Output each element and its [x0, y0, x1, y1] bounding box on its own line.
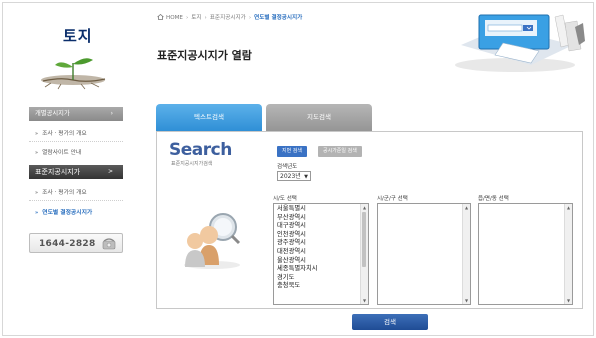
year-value: 2023년	[280, 173, 301, 180]
menu-label: 개별공시지가	[35, 110, 70, 117]
page-title: 표준지공시지가 열람	[157, 49, 252, 62]
list-item[interactable]: 울산광역시	[277, 257, 318, 266]
address-search-button[interactable]: 지번 검색	[277, 146, 307, 157]
tab-map-search[interactable]: 지도검색	[266, 104, 372, 131]
search-subtitle: 표준지공시지가검색	[171, 161, 213, 167]
bullet-icon: »	[35, 190, 39, 196]
brand-title: 토지	[63, 27, 93, 45]
scroll-up-icon[interactable]: ▲	[361, 204, 368, 211]
submenu-item-overview-2[interactable]: » 조사 · 평가의 개요	[35, 187, 87, 196]
list-item[interactable]: 세종특별자치시	[277, 265, 318, 274]
breadcrumb-current: 연도별 결정공시지가	[254, 15, 303, 21]
page-frame: 토지 개별공시지가 › » 조사 · 평가의 개요 » 열람사이트 안내 표준지공시…	[2, 2, 594, 336]
menu-standard-land-price[interactable]: 표준지공시지가 >	[29, 165, 123, 179]
sido-listbox[interactable]: 서울특별시 부산광역시 대구광역시 인천광역시 광주광역시 대전광역시 울산광역…	[273, 203, 369, 305]
phone-number: 1644-2828	[39, 239, 96, 249]
breadcrumb-home[interactable]: HOME	[166, 15, 183, 21]
chevron-right-icon: >	[107, 168, 113, 175]
year-label: 검색년도	[277, 164, 298, 170]
year-select[interactable]: 2023년 ▼	[277, 171, 311, 181]
date-search-button[interactable]: 공시가준일 검색	[318, 146, 362, 157]
breadcrumb-item[interactable]: 표준지공시지가	[210, 15, 246, 21]
sigungu-listbox[interactable]: ▲ ▼	[377, 203, 471, 305]
list-item[interactable]: 서울특별시	[277, 205, 318, 214]
telephone-icon	[102, 238, 116, 250]
menu-individual-land-price[interactable]: 개별공시지가 ›	[29, 107, 123, 121]
submenu-item-site-guide[interactable]: » 열람사이트 안내	[35, 147, 81, 156]
chevron-right-icon: ›	[185, 15, 189, 21]
submenu-item-yearly-price[interactable]: » 연도별 결정공시지가	[35, 207, 92, 216]
breadcrumb: HOME › 토지 › 표준지공시지가 › 연도별 결정공시지가	[157, 13, 302, 21]
submenu-label: 조사 · 평가의 개요	[42, 131, 87, 137]
sido-label: 시/도 선택	[273, 196, 297, 202]
scrollbar[interactable]: ▲ ▼	[360, 204, 368, 304]
list-item[interactable]: 대구광역시	[277, 222, 318, 231]
sigungu-label: 시/군/구 선택	[377, 196, 408, 202]
list-item[interactable]: 부산광역시	[277, 214, 318, 223]
sido-options: 서울특별시 부산광역시 대구광역시 인천광역시 광주광역시 대전광역시 울산광역…	[277, 205, 318, 291]
scroll-down-icon[interactable]: ▼	[463, 297, 470, 304]
chevron-right-icon: ›	[248, 15, 252, 21]
people-magnifier-icon	[184, 213, 241, 269]
scroll-thumb[interactable]	[362, 212, 366, 267]
list-item[interactable]: 충청북도	[277, 282, 318, 291]
bullet-icon: »	[35, 210, 39, 216]
bullet-icon: »	[35, 131, 39, 137]
eupmyeondong-label: 읍/면/동 선택	[478, 196, 509, 202]
divider	[29, 141, 123, 142]
home-icon	[157, 14, 164, 20]
computer-search-illustration-icon	[455, 14, 585, 72]
phone-box: 1644-2828	[29, 233, 123, 253]
scrollbar[interactable]: ▲ ▼	[462, 204, 470, 304]
chevron-right-icon: ›	[204, 15, 207, 21]
scroll-up-icon[interactable]: ▲	[565, 204, 572, 211]
sprout-logo-icon	[41, 58, 106, 90]
submenu-label: 연도별 결정공시지가	[42, 210, 93, 216]
submenu-label: 열람사이트 안내	[42, 150, 82, 156]
submenu-label: 조사 · 평가의 개요	[42, 190, 87, 196]
list-item[interactable]: 광주광역시	[277, 239, 318, 248]
divider	[29, 200, 123, 201]
eupmyeondong-listbox[interactable]: ▲ ▼	[478, 203, 573, 305]
submenu-item-overview-1[interactable]: » 조사 · 평가의 개요	[35, 128, 87, 137]
search-heading: Search	[169, 140, 232, 160]
sidebar: 토지 개별공시지가 › » 조사 · 평가의 개요 » 열람사이트 안내 표준지공시…	[29, 3, 131, 335]
menu-label: 표준지공시지가	[35, 168, 81, 176]
breadcrumb-item[interactable]: 토지	[191, 15, 201, 21]
chevron-right-icon: ›	[110, 110, 113, 117]
scroll-up-icon[interactable]: ▲	[463, 204, 470, 211]
list-item[interactable]: 대전광역시	[277, 248, 318, 257]
scrollbar[interactable]: ▲ ▼	[564, 204, 572, 304]
chevron-down-icon: ▼	[304, 174, 308, 180]
scroll-down-icon[interactable]: ▼	[565, 297, 572, 304]
tab-text-search[interactable]: 텍스트검색	[156, 104, 262, 131]
scroll-down-icon[interactable]: ▼	[361, 297, 368, 304]
search-submit-button[interactable]: 검색	[352, 314, 428, 330]
bullet-icon: »	[35, 150, 39, 156]
search-panel: Search 표준지공시지가검색 지번 검색 공시가준일 검색 검색년도 202…	[156, 131, 583, 330]
